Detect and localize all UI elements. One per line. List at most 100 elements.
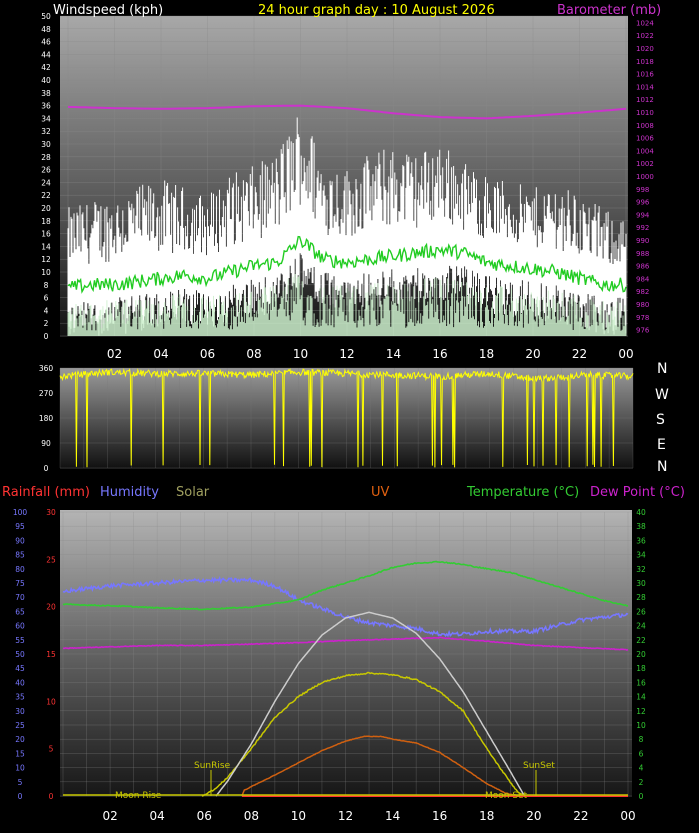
compass-east: E bbox=[657, 437, 666, 453]
humidity-axis-tick: 65 bbox=[15, 607, 25, 616]
time-axis-tick: 12 bbox=[339, 347, 354, 361]
temperature-axis-tick: 0 bbox=[639, 792, 644, 801]
humidity-axis-tick: 30 bbox=[15, 707, 25, 716]
legend-temperature: Temperature (°C) bbox=[466, 485, 579, 500]
temperature-axis-tick: 10 bbox=[636, 721, 646, 730]
barometer-axis-tick: 1024 bbox=[636, 19, 654, 27]
barometer-axis-tick: 976 bbox=[636, 327, 650, 335]
barometer-axis-tick: 1012 bbox=[636, 96, 654, 104]
sunset-label: SunSet bbox=[523, 761, 555, 771]
barometer-axis-tick: 996 bbox=[636, 199, 650, 207]
time-axis-tick: 00 bbox=[620, 809, 635, 823]
wind-axis-tick: 44 bbox=[41, 50, 51, 59]
time-axis-tick: 06 bbox=[200, 347, 215, 361]
rainfall-axis-tick: 25 bbox=[46, 555, 56, 564]
humidity-axis-tick: 40 bbox=[15, 678, 25, 687]
rainfall-axis-tick: 10 bbox=[46, 697, 56, 706]
temperature-axis-tick: 4 bbox=[639, 764, 644, 773]
wind-axis-tick: 2 bbox=[44, 319, 49, 328]
humidity-axis-tick: 90 bbox=[15, 536, 25, 545]
time-axis-tick: 22 bbox=[572, 347, 587, 361]
barometer-axis-tick: 1014 bbox=[636, 83, 654, 91]
direction-axis-tick: 270 bbox=[39, 389, 54, 398]
temperature-axis-tick: 14 bbox=[636, 693, 646, 702]
temperature-axis-tick: 30 bbox=[636, 579, 646, 588]
climate-panel-background bbox=[60, 510, 632, 797]
temperature-axis-tick: 12 bbox=[636, 707, 646, 716]
rainfall-axis-tick: 5 bbox=[49, 745, 54, 754]
wind-axis-tick: 6 bbox=[44, 294, 49, 303]
compass-labels: N W S E N bbox=[655, 361, 669, 475]
wind-axis-tick: 10 bbox=[41, 268, 51, 277]
time-axis-tick: 02 bbox=[107, 347, 122, 361]
time-axis-tick: 16 bbox=[432, 809, 447, 823]
chart-title: 24 hour graph day : 10 August 2026 bbox=[258, 3, 495, 18]
wind-axis-tick: 32 bbox=[41, 127, 51, 136]
time-axis-tick: 16 bbox=[432, 347, 447, 361]
compass-south: S bbox=[656, 412, 665, 428]
time-axis-tick: 04 bbox=[153, 347, 168, 361]
sunrise-label: SunRise bbox=[194, 761, 231, 771]
wind-axis-tick: 30 bbox=[41, 140, 51, 149]
time-axis-tick: 08 bbox=[246, 347, 261, 361]
time-axis-tick: 14 bbox=[385, 809, 400, 823]
time-axis-tick: 02 bbox=[102, 809, 117, 823]
barometer-axis-tick: 1002 bbox=[636, 160, 654, 168]
humidity-axis-tick: 15 bbox=[15, 749, 25, 758]
barometer-axis-tick: 994 bbox=[636, 211, 650, 219]
temperature-axis-tick: 24 bbox=[636, 622, 646, 631]
humidity-axis-tick: 55 bbox=[15, 636, 25, 645]
barometer-axis-tick: 1008 bbox=[636, 122, 654, 130]
weather-graph-canvas: 0246810121416182022242628303234363840424… bbox=[2, 3, 685, 823]
compass-north-top: N bbox=[657, 361, 667, 377]
time-axis-tick: 04 bbox=[150, 809, 165, 823]
legend-humidity: Humidity bbox=[100, 485, 159, 500]
wind-axis-tick: 16 bbox=[41, 230, 51, 239]
barometer-axis-tick: 998 bbox=[636, 186, 649, 194]
direction-axis-tick: 90 bbox=[41, 439, 51, 448]
direction-axis-tick: 180 bbox=[39, 414, 54, 423]
direction-axis-tick: 0 bbox=[44, 464, 49, 473]
barometer-axis-tick: 988 bbox=[636, 250, 649, 258]
direction-axis-tick: 360 bbox=[39, 364, 54, 373]
humidity-axis-tick: 45 bbox=[15, 664, 25, 673]
time-axis-tick: 10 bbox=[293, 347, 308, 361]
humidity-axis-tick: 85 bbox=[15, 551, 25, 560]
windspeed-axis-title: Windspeed (kph) bbox=[53, 3, 163, 18]
barometer-axis-tick: 1018 bbox=[636, 58, 654, 66]
rainfall-axis-tick: 0 bbox=[49, 792, 54, 801]
barometer-axis-tick: 1006 bbox=[636, 135, 654, 143]
temperature-axis-tick: 28 bbox=[636, 593, 646, 602]
time-axis-tick: 10 bbox=[291, 809, 306, 823]
moon-rise-label: Moon Rise bbox=[115, 791, 162, 801]
barometer-axis-tick: 990 bbox=[636, 237, 649, 245]
time-axis-tick: 08 bbox=[244, 809, 259, 823]
wind-axis-tick: 0 bbox=[44, 332, 49, 341]
barometer-axis-tick: 992 bbox=[636, 224, 649, 232]
wind-axis-tick: 34 bbox=[41, 114, 51, 123]
wind-axis-tick: 20 bbox=[41, 204, 51, 213]
compass-north-bottom: N bbox=[657, 459, 667, 475]
barometer-axis-tick: 1016 bbox=[636, 71, 654, 79]
wind-axis-tick: 42 bbox=[41, 63, 51, 72]
temperature-axis-tick: 6 bbox=[639, 749, 644, 758]
climate-panel-grid bbox=[60, 511, 632, 797]
legend-rainfall: Rainfall (mm) bbox=[2, 485, 90, 500]
rainfall-axis-tick: 20 bbox=[46, 603, 56, 612]
barometer-axis-title: Barometer (mb) bbox=[557, 3, 661, 18]
barometer-axis-tick: 984 bbox=[636, 275, 650, 283]
humidity-axis-tick: 95 bbox=[15, 522, 25, 531]
rainfall-axis-tick: 30 bbox=[46, 508, 56, 517]
humidity-axis-tick: 75 bbox=[15, 579, 25, 588]
rainfall-axis-tick: 15 bbox=[46, 650, 56, 659]
legend-solar: Solar bbox=[176, 485, 210, 500]
humidity-axis-tick: 80 bbox=[15, 565, 25, 574]
barometer-axis-tick: 986 bbox=[636, 263, 650, 271]
wind-axis-tick: 14 bbox=[41, 242, 51, 251]
temperature-axis-tick: 18 bbox=[636, 664, 646, 673]
humidity-axis-tick: 100 bbox=[13, 508, 28, 517]
humidity-axis-tick: 5 bbox=[18, 778, 23, 787]
barometer-axis-tick: 1000 bbox=[636, 173, 654, 181]
wind-axis-tick: 28 bbox=[41, 153, 51, 162]
time-axis-tick: 12 bbox=[338, 809, 353, 823]
